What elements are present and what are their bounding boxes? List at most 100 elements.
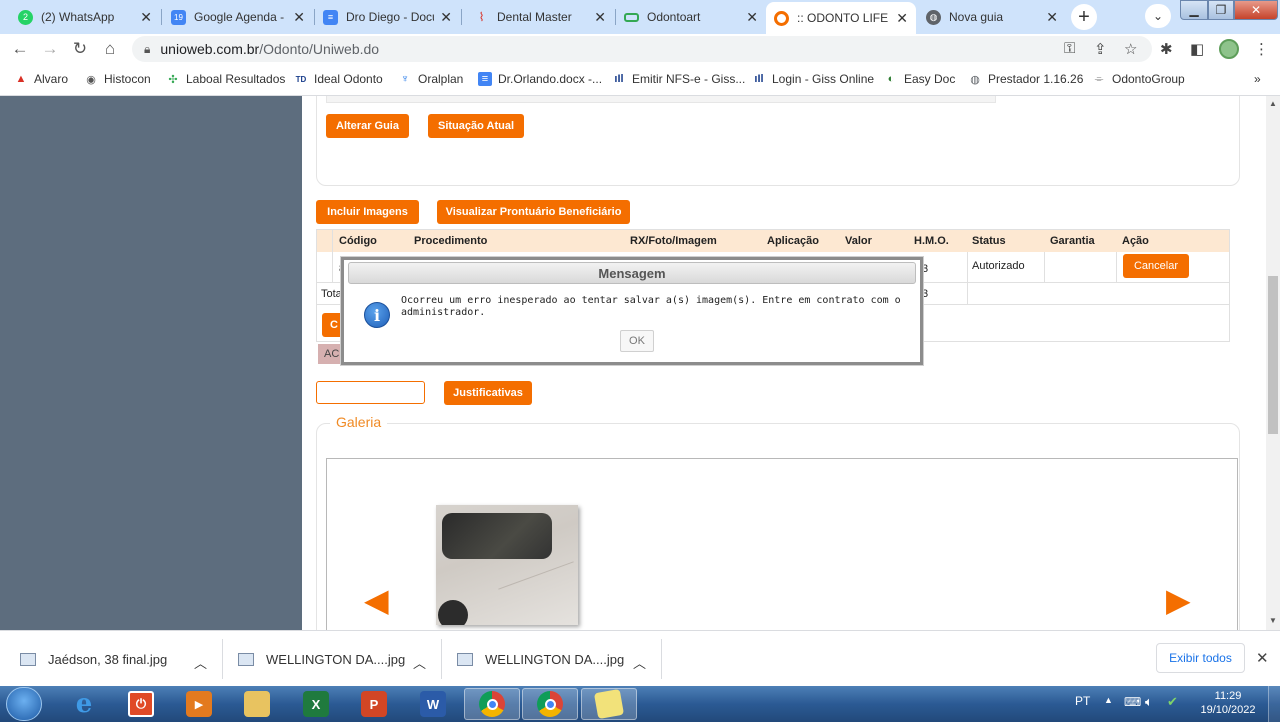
back-arrow-icon[interactable]: ← <box>10 39 30 59</box>
incluir-imagens-button[interactable]: Incluir Imagens <box>316 200 419 224</box>
reload-icon[interactable]: ↻ <box>70 39 90 59</box>
bookmark-login-giss[interactable]: ıIl Login - Giss Online <box>752 72 874 86</box>
google-calendar-icon: 19 <box>171 9 186 25</box>
maximize-window-icon[interactable]: ❐ <box>1208 0 1234 20</box>
taskbar-file-explorer[interactable] <box>229 688 285 720</box>
start-button-windows-icon[interactable] <box>6 687 42 721</box>
address-bar[interactable]: 🔒︎ unioweb.com.br/Odonto/Uniweb.do <box>132 36 1152 62</box>
taskbar-word[interactable]: W <box>405 688 461 720</box>
taskbar-app-power[interactable]: ⏻ <box>113 688 169 720</box>
security-check-icon[interactable]: ✔ <box>1167 694 1178 710</box>
ok-button[interactable]: OK <box>620 330 654 352</box>
side-panel-icon[interactable]: ◧ <box>1190 40 1204 58</box>
new-tab-plus-icon[interactable]: + <box>1071 4 1097 30</box>
gallery-next-arrow-icon[interactable]: ▶ <box>1166 584 1191 616</box>
home-icon[interactable]: ⌂ <box>100 39 120 59</box>
profile-avatar[interactable] <box>1219 39 1239 59</box>
bookmark-odontogroup[interactable]: ⌯ OdontoGroup <box>1092 72 1185 86</box>
bookmark-laboal[interactable]: ✣ Laboal Resultados <box>166 72 285 86</box>
close-downloads-icon[interactable]: ✕ <box>1256 649 1269 667</box>
bookmark-ideal-odonto[interactable]: TD Ideal Odonto <box>294 72 383 86</box>
image-file-icon <box>238 652 254 666</box>
close-tab-icon[interactable]: ✕ <box>1046 9 1058 26</box>
justificativas-button[interactable]: Justificativas <box>444 381 532 405</box>
tab-dental-master[interactable]: ⌇ Dental Master ✕ <box>466 4 614 30</box>
tab-odonto-life-active[interactable]: :: ODONTO LIFE ::. ✕ <box>766 2 916 34</box>
close-tab-icon[interactable]: ✕ <box>293 9 305 26</box>
show-hidden-icons-icon[interactable]: ▲ <box>1104 695 1113 705</box>
key-icon[interactable]: ⚿ <box>1064 40 1075 57</box>
extensions-puzzle-icon[interactable]: ✱ <box>1160 40 1173 58</box>
taskbar-chrome-2[interactable] <box>522 688 578 720</box>
dialog-title[interactable]: Mensagem <box>348 262 916 284</box>
bookmark-histocon[interactable]: ◉ Histocon <box>84 72 151 86</box>
alterar-guia-button[interactable]: Alterar Guia <box>326 114 409 138</box>
download-item-3[interactable]: WELLINGTON DA....jpg <box>457 631 624 687</box>
oralplan-icon: ♆ <box>400 73 410 85</box>
show-desktop-button[interactable] <box>1268 686 1280 722</box>
taskbar-excel[interactable]: X <box>288 688 344 720</box>
tab-odontoart[interactable]: Odontoart ✕ <box>616 4 766 30</box>
close-window-icon[interactable]: ✕ <box>1234 0 1278 20</box>
visualizar-prontuario-button[interactable]: Visualizar Prontuário Beneficiário <box>437 200 630 224</box>
bookmark-dr-orlando[interactable]: ≡ Dr.Orlando.docx -... <box>478 72 602 86</box>
gallery-prev-arrow-icon[interactable]: ◀ <box>364 584 389 616</box>
tab-nova-guia[interactable]: ◍ Nova guia ✕ <box>918 4 1066 30</box>
exibir-todos-button[interactable]: Exibir todos <box>1156 643 1245 673</box>
scrollbar-thumb[interactable] <box>1268 276 1278 434</box>
gallery-thumbnail-image[interactable] <box>436 505 578 625</box>
easy-doc-icon: ◐ <box>887 73 895 85</box>
bookmark-alvaro[interactable]: ▲ Alvaro <box>14 72 68 86</box>
page-scrollbar[interactable]: ▲ ▼ <box>1266 96 1280 630</box>
bookmark-oralplan[interactable]: ♆ Oralplan <box>398 72 463 86</box>
close-tab-icon[interactable]: ✕ <box>440 9 452 26</box>
new-tab-globe-icon: ◍ <box>926 9 941 25</box>
situacao-atual-button[interactable]: Situação Atual <box>428 114 524 138</box>
tab-title: (2) WhatsApp <box>41 10 115 24</box>
image-file-icon <box>457 652 473 666</box>
outlined-button[interactable] <box>316 381 425 404</box>
chevron-up-icon[interactable]: ︿ <box>633 653 646 672</box>
taskbar-media-player[interactable]: ▶ <box>171 688 227 720</box>
close-tab-icon[interactable]: ✕ <box>746 9 758 26</box>
clock-date: 19/10/2022 <box>1200 704 1256 716</box>
bookmark-star-icon[interactable]: ☆ <box>1124 40 1137 58</box>
col-hmo: H.M.O. <box>914 235 949 247</box>
close-tab-icon[interactable]: ✕ <box>140 9 152 26</box>
scroll-down-icon[interactable]: ▼ <box>1269 616 1277 625</box>
tab-google-agenda[interactable]: 19 Google Agenda - ✕ <box>163 4 313 30</box>
bookmark-emitir-nfse[interactable]: ıIl Emitir NFS-e - Giss... <box>612 72 745 86</box>
close-tab-icon[interactable]: ✕ <box>594 9 606 26</box>
bookmark-easy-doc[interactable]: ◐ Easy Doc <box>884 72 956 86</box>
network-icon[interactable]: ⌨ <box>1124 695 1141 709</box>
scroll-up-icon[interactable]: ▲ <box>1269 99 1277 108</box>
col-garantia: Garantia <box>1050 235 1095 247</box>
taskbar-chrome-1[interactable] <box>464 688 520 720</box>
odontoart-icon <box>624 12 639 22</box>
taskbar-internet-explorer[interactable]: e <box>56 688 112 720</box>
share-icon[interactable]: ⇪ <box>1094 40 1107 58</box>
form-field-strip <box>326 96 996 103</box>
chevron-up-icon[interactable]: ︿ <box>194 653 207 672</box>
tab-search-chevron-icon[interactable]: ⌄ <box>1145 4 1171 28</box>
chevron-up-icon[interactable]: ︿ <box>413 653 426 672</box>
left-sidebar <box>0 96 302 630</box>
browser-toolbar: ← → ↻ ⌂ 🔒︎ unioweb.com.br/Odonto/Uniweb.… <box>0 34 1280 64</box>
tab-title: :: ODONTO LIFE ::. <box>797 11 890 25</box>
language-indicator[interactable]: PT <box>1075 694 1090 708</box>
system-clock[interactable]: 11:29 19/10/2022 <box>1196 689 1260 717</box>
forward-arrow-icon[interactable]: → <box>40 39 60 59</box>
taskbar-powerpoint[interactable]: P <box>346 688 402 720</box>
cancelar-button[interactable]: Cancelar <box>1123 254 1189 278</box>
download-item-1[interactable]: Jaédson, 38 final.jpg <box>20 631 167 687</box>
volume-icon[interactable]: 🔈︎ <box>1145 694 1153 710</box>
menu-kebab-icon[interactable]: ⋮ <box>1254 40 1269 58</box>
taskbar-sticky-notes[interactable] <box>581 688 637 720</box>
bookmark-prestador[interactable]: ◍ Prestador 1.16.26 <box>968 72 1083 86</box>
tab-whatsapp[interactable]: 2 (2) WhatsApp ✕ <box>10 4 160 30</box>
close-tab-icon[interactable]: ✕ <box>896 10 908 27</box>
download-item-2[interactable]: WELLINGTON DA....jpg <box>238 631 405 687</box>
minimize-window-icon[interactable]: ▁ <box>1180 0 1208 20</box>
tab-dro-diego-doc[interactable]: ≡ Dro Diego - Docu ✕ <box>315 4 460 30</box>
more-bookmarks-chevron-icon[interactable]: » <box>1254 72 1261 86</box>
